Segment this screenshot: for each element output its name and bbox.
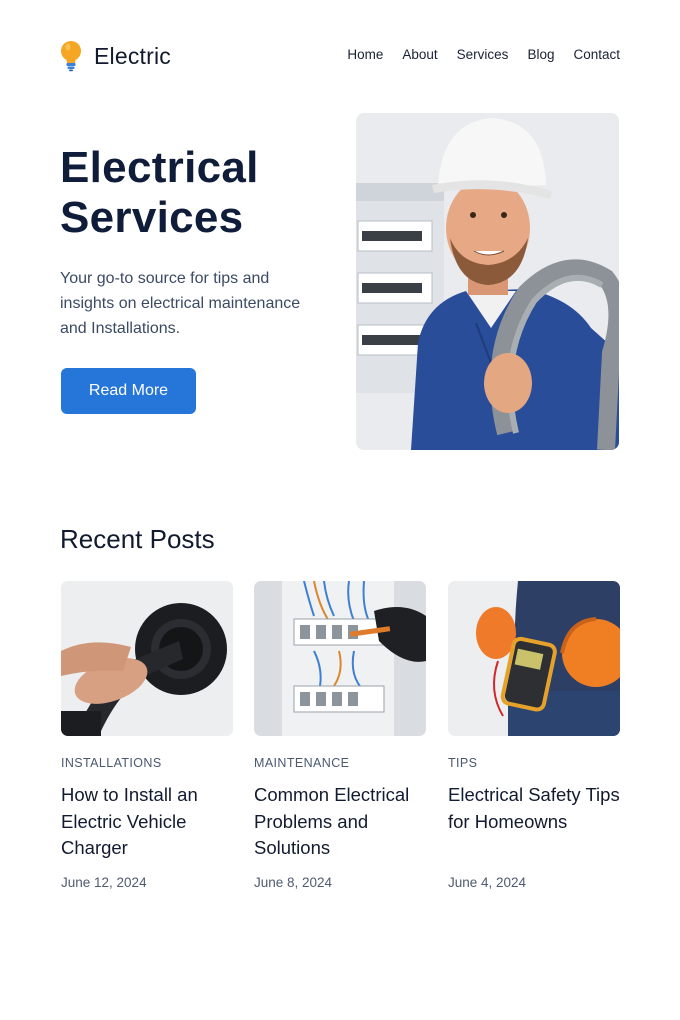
post-category: MAINTENANCE [254,756,350,770]
brand-name: Electric [94,42,172,69]
logo[interactable]: Electric [60,40,171,72]
post-date: June 12, 2024 [61,875,147,890]
post-category: TIPS [448,756,478,770]
post-title[interactable]: Common Electrical Problems and Solutions [254,782,426,862]
main-nav: Home About Services Blog Contact [328,47,620,62]
multimeter-photo[interactable] [448,581,620,736]
read-more-button[interactable]: Read More [61,368,196,414]
hero-description: Your go-to source for tips and insights … [60,270,301,337]
post-card[interactable]: INSTALLATIONS How to Install an Electric… [61,581,233,890]
nav-blog[interactable]: Blog [527,47,554,62]
post-card[interactable]: MAINTENANCE Common Electrical Problems a… [254,581,426,890]
post-title[interactable]: Electrical Safety Tips for Homeowns [448,782,620,862]
nav-about[interactable]: About [402,47,437,62]
ev-charger-photo[interactable] [61,581,233,736]
nav-contact[interactable]: Contact [573,47,620,62]
post-category: INSTALLATIONS [61,756,162,770]
post-title[interactable]: How to Install an Electric Vehicle Charg… [61,782,233,862]
nav-services[interactable]: Services [457,47,509,62]
lightbulb-icon [61,41,81,72]
post-date: June 4, 2024 [448,875,527,890]
nav-home[interactable]: Home [347,47,383,62]
electrical-panel-photo[interactable] [254,581,426,736]
site-header: Electric Home About Services Blog Contac… [60,40,620,72]
electrician-photo [356,113,619,450]
recent-posts-heading: Recent Posts [60,524,215,554]
post-date: June 8, 2024 [254,875,333,890]
post-card[interactable]: TIPS Electrical Safety Tips for Homeowns… [448,581,620,890]
hero-title: Electrical Services [60,143,259,242]
